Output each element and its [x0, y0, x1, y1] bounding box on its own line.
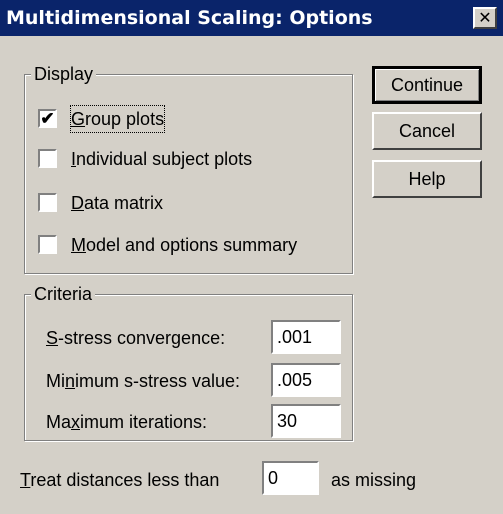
- display-legend: Display: [31, 63, 97, 85]
- close-icon: ✕: [478, 8, 492, 27]
- title-bar: Multidimensional Scaling: Options ✕: [0, 0, 503, 36]
- checkbox-data-matrix-box[interactable]: [38, 193, 57, 212]
- checkbox-model-options-summary-label: Model and options summary: [71, 235, 298, 255]
- close-button[interactable]: ✕: [473, 7, 497, 29]
- min-s-stress-input[interactable]: .005: [271, 363, 341, 397]
- max-iterations-label: Maximum iterations:: [46, 412, 208, 432]
- max-iterations-input[interactable]: 30: [271, 404, 341, 438]
- checkbox-data-matrix-label: Data matrix: [71, 193, 164, 213]
- checkbox-model-options-summary-box[interactable]: [38, 235, 57, 254]
- treat-distances-label: Treat distances less than: [20, 470, 220, 490]
- s-stress-convergence-input[interactable]: .001: [271, 320, 341, 354]
- criteria-legend: Criteria: [31, 283, 96, 305]
- s-stress-convergence-label: S-stress convergence:: [46, 328, 226, 348]
- checkbox-individual-subject-plots-box[interactable]: [38, 149, 57, 168]
- checkbox-group-plots-box[interactable]: ✔: [38, 109, 57, 128]
- treat-distances-input[interactable]: 0: [262, 461, 319, 495]
- as-missing-label: as missing: [331, 470, 417, 490]
- min-s-stress-label: Minimum s-stress value:: [46, 371, 241, 391]
- checkbox-group-plots-label: Group plots: [69, 105, 166, 133]
- cancel-button[interactable]: Cancel: [372, 112, 482, 150]
- help-button[interactable]: Help: [372, 160, 482, 198]
- checkbox-individual-subject-plots-label: Individual subject plots: [71, 149, 253, 169]
- window-title: Multidimensional Scaling: Options: [6, 7, 373, 29]
- continue-button[interactable]: Continue: [372, 66, 482, 104]
